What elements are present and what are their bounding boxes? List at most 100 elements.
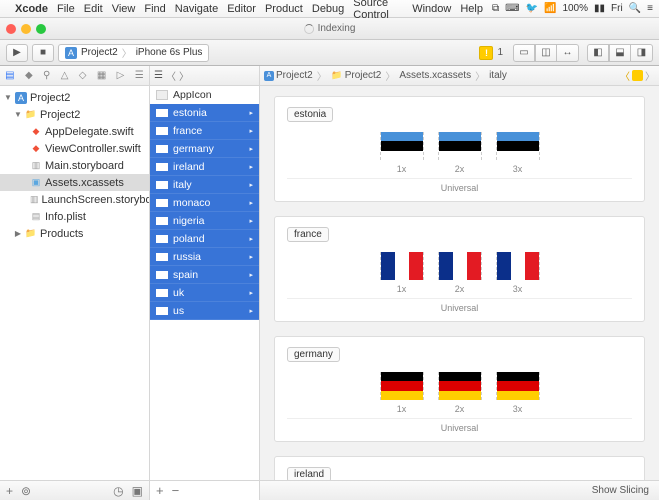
asset-row-appicon[interactable]: AppIcon	[150, 86, 259, 104]
image-well-1x[interactable]: 1x	[380, 372, 424, 414]
menu-help[interactable]: Help	[460, 3, 483, 15]
scheme-selector[interactable]: A Project2 〉 iPhone 6s Plus	[58, 44, 209, 62]
toggle-debug-button[interactable]: ⬓	[609, 44, 631, 62]
asset-row-italy[interactable]: italy▸	[150, 176, 259, 194]
issues-warning-icon[interactable]	[632, 70, 643, 81]
add-button[interactable]: +	[6, 484, 13, 498]
editor-standard-button[interactable]: ▭	[513, 44, 535, 62]
clock-filter-icon[interactable]: ◷	[113, 484, 123, 498]
menu-extra-icon[interactable]: ≡	[647, 3, 653, 14]
menu-view[interactable]: View	[112, 3, 136, 15]
asset-group-title[interactable]: ireland	[287, 467, 331, 480]
run-button[interactable]: ▶	[6, 44, 28, 62]
search-icon[interactable]: 🔍	[629, 3, 641, 14]
image-well-2x[interactable]: 2x	[438, 372, 482, 414]
asset-row-poland[interactable]: poland▸	[150, 230, 259, 248]
asset-row-uk[interactable]: uk▸	[150, 284, 259, 302]
asset-add-button[interactable]: +	[156, 483, 164, 498]
toggle-inspector-button[interactable]: ◨	[631, 44, 653, 62]
minimize-window-button[interactable]	[21, 24, 31, 34]
dropbox-icon[interactable]: ⧉	[492, 3, 499, 14]
clock-day[interactable]: Fri	[611, 3, 623, 14]
menu-debug[interactable]: Debug	[312, 3, 344, 15]
asset-row-estonia[interactable]: estonia▸	[150, 104, 259, 122]
file-assets[interactable]: ▣ Assets.xcassets	[0, 174, 149, 191]
issues-warning-badge[interactable]: !	[479, 46, 493, 60]
image-slot[interactable]	[380, 372, 424, 400]
show-slicing-button[interactable]: Show Slicing	[592, 485, 649, 496]
asset-row-monaco[interactable]: monaco▸	[150, 194, 259, 212]
nav-tab-find[interactable]: ⚲	[43, 70, 50, 81]
image-well-2x[interactable]: 2x	[438, 132, 482, 174]
close-window-button[interactable]	[6, 24, 16, 34]
menu-find[interactable]: Find	[144, 3, 165, 15]
toggle-navigator-button[interactable]: ◧	[587, 44, 609, 62]
asset-detail-scroll[interactable]: estonia1x2x3xUniversalfrance1x2x3xUniver…	[260, 86, 659, 480]
image-slot[interactable]	[380, 132, 424, 160]
scm-filter-icon[interactable]: ▣	[132, 484, 143, 498]
asset-row-ireland[interactable]: ireland▸	[150, 158, 259, 176]
menu-product[interactable]: Product	[265, 3, 303, 15]
image-well-2x[interactable]: 2x	[438, 252, 482, 294]
filter-button[interactable]: ⊚	[21, 484, 31, 498]
menu-editor[interactable]: Editor	[227, 3, 256, 15]
image-well-3x[interactable]: 3x	[496, 252, 540, 294]
file-mainstoryboard[interactable]: ▥ Main.storyboard	[0, 157, 149, 174]
menu-xcode[interactable]: Xcode	[15, 3, 48, 15]
menu-window[interactable]: Window	[412, 3, 451, 15]
file-infoplist[interactable]: ▤ Info.plist	[0, 208, 149, 225]
image-slot[interactable]	[496, 252, 540, 280]
image-slot[interactable]	[496, 132, 540, 160]
nav-forward-button[interactable]: 〉	[645, 68, 655, 83]
image-well-1x[interactable]: 1x	[380, 132, 424, 174]
asset-row-russia[interactable]: russia▸	[150, 248, 259, 266]
asset-group-title[interactable]: germany	[287, 347, 340, 362]
image-slot[interactable]	[438, 372, 482, 400]
image-well-1x[interactable]: 1x	[380, 252, 424, 294]
nav-back-button[interactable]: 〈	[620, 68, 630, 83]
stop-button[interactable]: ■	[32, 44, 54, 62]
related-items-button[interactable]: ☰	[154, 70, 163, 81]
group-project2[interactable]: ▼📁 Project2	[0, 106, 149, 123]
nav-tab-debug[interactable]: ▦	[97, 70, 106, 81]
nav-tab-symbol[interactable]: ◆	[25, 70, 33, 81]
file-viewcontroller[interactable]: ◆ ViewController.swift	[0, 140, 149, 157]
image-slot[interactable]	[438, 252, 482, 280]
zoom-window-button[interactable]	[36, 24, 46, 34]
crumb-project[interactable]: AProject2	[264, 70, 313, 81]
image-slot[interactable]	[496, 372, 540, 400]
image-well-3x[interactable]: 3x	[496, 132, 540, 174]
image-well-3x[interactable]: 3x	[496, 372, 540, 414]
crumb-group[interactable]: 📁Project2	[331, 70, 382, 82]
menu-file[interactable]: File	[57, 3, 75, 15]
menu-edit[interactable]: Edit	[84, 3, 103, 15]
asset-group-title[interactable]: france	[287, 227, 329, 242]
nav-tab-issue[interactable]: △	[61, 70, 69, 81]
nav-tab-breakpoint[interactable]: ▷	[117, 70, 125, 81]
crumb-item[interactable]: italy	[489, 70, 507, 81]
group-products[interactable]: ▶📁 Products	[0, 225, 149, 242]
keyboard-icon[interactable]: ⌨	[505, 3, 519, 14]
nav-tab-project[interactable]: ▤	[5, 70, 14, 81]
nav-forward-button[interactable]: 〉	[179, 68, 189, 83]
project-root[interactable]: ▼A Project2	[0, 89, 149, 106]
twitter-icon[interactable]: 🐦	[526, 3, 538, 14]
file-launchscreen[interactable]: ▥ LaunchScreen.storyboard	[0, 191, 149, 208]
menu-navigate[interactable]: Navigate	[175, 3, 218, 15]
crumb-assets[interactable]: Assets.xcassets	[399, 70, 471, 81]
asset-row-france[interactable]: france▸	[150, 122, 259, 140]
asset-row-spain[interactable]: spain▸	[150, 266, 259, 284]
asset-group-title[interactable]: estonia	[287, 107, 333, 122]
asset-remove-button[interactable]: −	[172, 483, 180, 498]
asset-row-germany[interactable]: germany▸	[150, 140, 259, 158]
nav-tab-report[interactable]: ☰	[135, 70, 144, 81]
image-slot[interactable]	[438, 132, 482, 160]
editor-version-button[interactable]: ↔	[557, 44, 579, 62]
battery-icon[interactable]: ▮▮	[594, 3, 605, 14]
nav-tab-test[interactable]: ◇	[79, 70, 87, 81]
asset-row-us[interactable]: us▸	[150, 302, 259, 320]
asset-row-nigeria[interactable]: nigeria▸	[150, 212, 259, 230]
wifi-icon[interactable]: 📶	[544, 3, 556, 14]
file-appdelegate[interactable]: ◆ AppDelegate.swift	[0, 123, 149, 140]
image-slot[interactable]	[380, 252, 424, 280]
